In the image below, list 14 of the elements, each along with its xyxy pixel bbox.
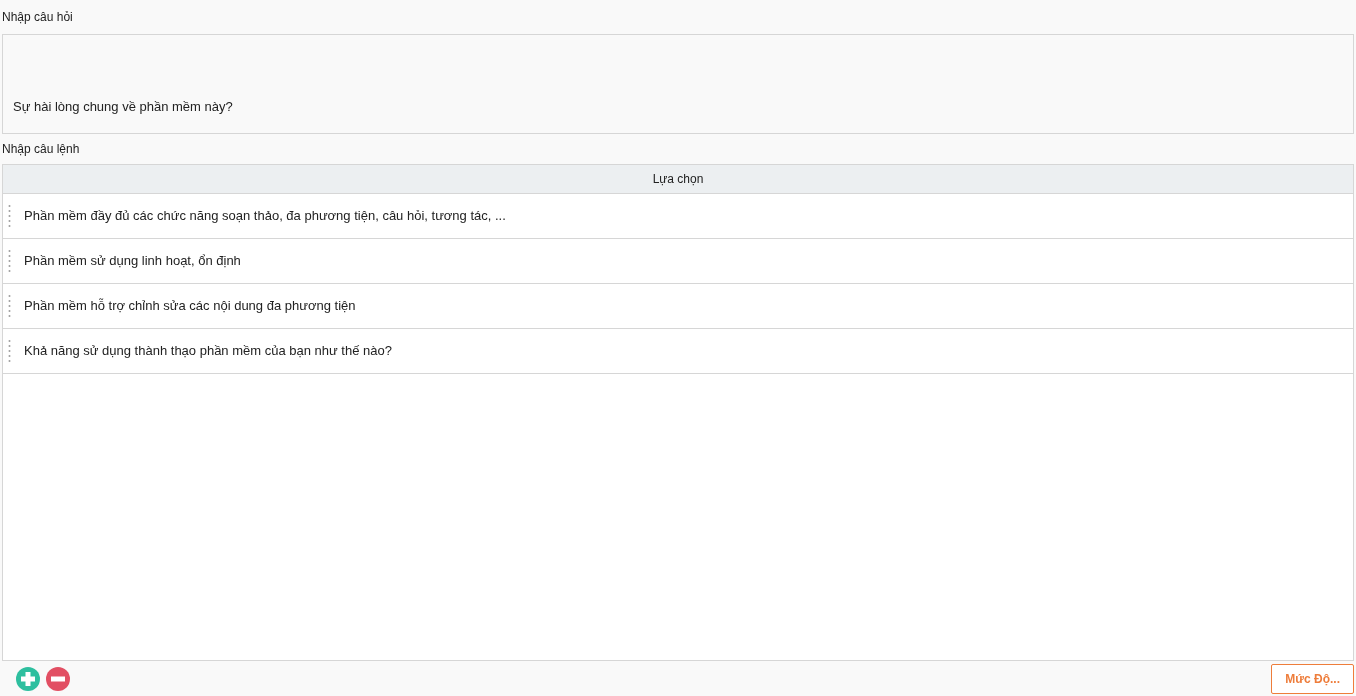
drag-handle-icon[interactable] [8, 295, 11, 317]
drag-handle-icon[interactable] [8, 340, 11, 362]
drag-handle-icon[interactable] [8, 205, 11, 227]
question-input-field[interactable]: Sự hài lòng chung về phần mềm này? [2, 34, 1354, 134]
remove-icon[interactable] [46, 666, 70, 691]
column-header: Lựa chọn [3, 165, 1353, 194]
statement-text[interactable]: Phần mềm đầy đủ các chức năng soạn thảo, đa phương tiện, câu hỏi, tương tác, ... [24, 206, 506, 226]
statement-text[interactable]: Phần mềm hỗ trợ chỉnh sửa các nội dung đa phương tiện [24, 296, 356, 316]
add-icon[interactable] [16, 666, 40, 691]
field-label: Nhập câu lệnh [2, 141, 80, 158]
field-label: Nhập câu hỏi [2, 9, 73, 26]
statement-text[interactable]: Khả năng sử dụng thành thạo phần mềm của bạn như thế nào? [24, 341, 392, 361]
statement-text[interactable]: Phần mềm sử dụng linh hoạt, ổn định [24, 251, 241, 271]
drag-handle-icon[interactable] [8, 250, 11, 272]
